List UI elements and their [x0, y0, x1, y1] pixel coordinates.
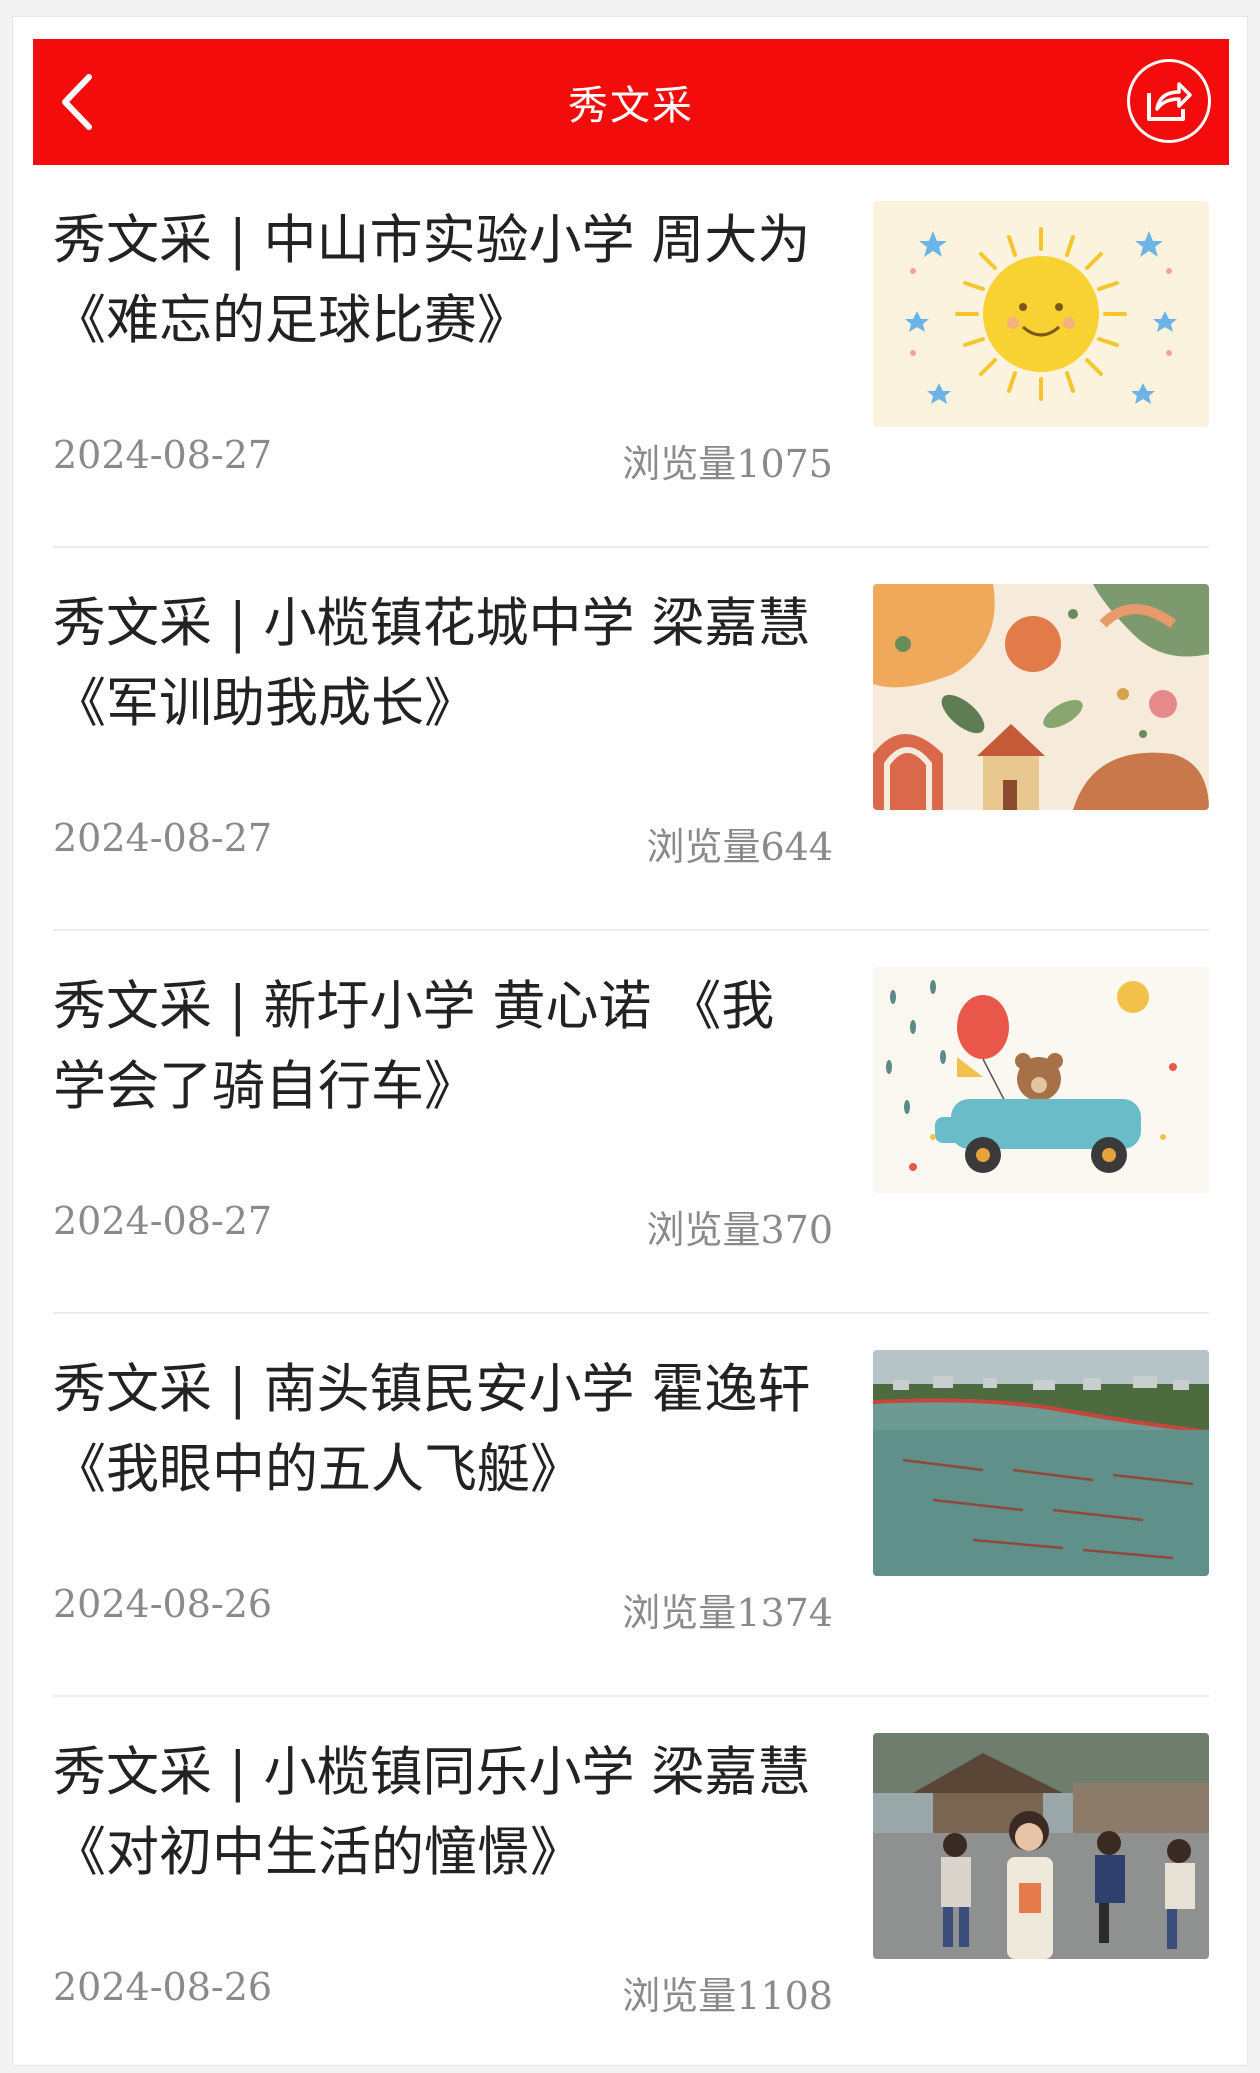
sun-illustration [873, 201, 1209, 427]
bear-car-illustration [873, 967, 1209, 1193]
share-icon [1147, 82, 1192, 121]
app-frame: 秀文采 秀文采 | 中山市实验小学 周大为 《难忘的足球比赛》 2024-08-… [12, 16, 1248, 2066]
students-photo [873, 1733, 1209, 1959]
view-count: 浏览量1108 [622, 1974, 833, 2018]
article-title[interactable]: 秀文采 | 南头镇民安小学 霍逸轩 《我眼中的五人飞艇》 [53, 1350, 813, 1510]
article-thumbnail[interactable] [873, 967, 1209, 1193]
article-title[interactable]: 秀文采 | 中山市实验小学 周大为 《难忘的足球比赛》 [53, 201, 813, 361]
article-title[interactable]: 秀文采 | 新圩小学 黄心诺 《我学会了骑自行车》 [53, 967, 813, 1127]
view-count: 浏览量1075 [622, 442, 833, 486]
share-button[interactable] [1127, 59, 1211, 143]
top-bar: 秀文采 [33, 39, 1229, 165]
article-thumbnail[interactable] [873, 1733, 1209, 1959]
list-item[interactable]: 秀文采 | 新圩小学 黄心诺 《我学会了骑自行车》 2024-08-27 浏览量… [53, 931, 1209, 1314]
page-title: 秀文采 [568, 83, 694, 129]
article-thumbnail[interactable] [873, 201, 1209, 427]
list-item[interactable]: 秀文采 | 小榄镇同乐小学 梁嘉慧 《对初中生活的憧憬》 2024-08-26 … [53, 1697, 1209, 2065]
view-count: 浏览量1374 [622, 1591, 833, 1635]
article-title[interactable]: 秀文采 | 小榄镇花城中学 梁嘉慧 《军训助我成长》 [53, 584, 813, 744]
list-item[interactable]: 秀文采 | 南头镇民安小学 霍逸轩 《我眼中的五人飞艇》 2024-08-26 … [53, 1314, 1209, 1697]
article-thumbnail[interactable] [873, 584, 1209, 810]
botanical-pattern [873, 584, 1209, 810]
view-count: 浏览量644 [646, 825, 833, 869]
list-item[interactable]: 秀文采 | 小榄镇花城中学 梁嘉慧 《军训助我成长》 2024-08-27 浏览… [53, 548, 1209, 931]
list-item[interactable]: 秀文采 | 中山市实验小学 周大为 《难忘的足球比赛》 2024-08-27 浏… [53, 165, 1209, 548]
article-list: 秀文采 | 中山市实验小学 周大为 《难忘的足球比赛》 2024-08-27 浏… [33, 165, 1229, 2065]
article-date: 2024-08-27 [53, 433, 273, 477]
view-count: 浏览量370 [646, 1208, 833, 1252]
article-date: 2024-08-26 [53, 1582, 273, 1626]
article-date: 2024-08-27 [53, 816, 273, 860]
article-thumbnail[interactable] [873, 1350, 1209, 1576]
river-boat-race-photo [873, 1350, 1209, 1576]
article-title[interactable]: 秀文采 | 小榄镇同乐小学 梁嘉慧 《对初中生活的憧憬》 [53, 1733, 813, 1893]
article-date: 2024-08-26 [53, 1965, 273, 2009]
article-date: 2024-08-27 [53, 1199, 273, 1243]
